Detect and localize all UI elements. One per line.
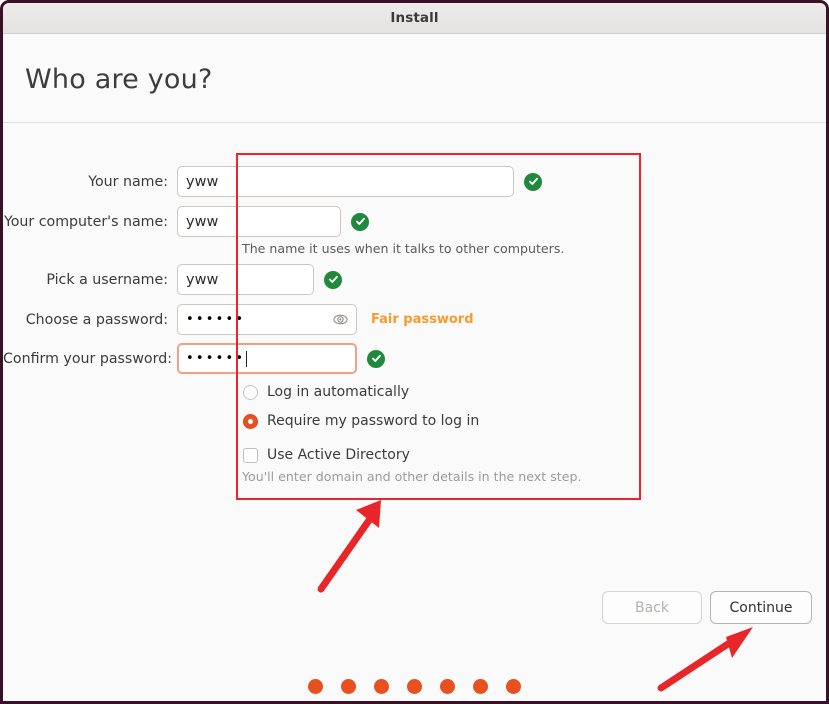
radio-label-log-in-automatically: Log in automatically <box>267 384 410 400</box>
progress-dot <box>308 679 323 694</box>
label-confirm-password: Confirm your password: <box>3 350 172 367</box>
window-title: Install <box>390 10 439 26</box>
back-button[interactable]: Back <box>602 591 702 624</box>
checkbox-icon <box>243 447 258 463</box>
radio-log-in-automatically[interactable]: Log in automatically <box>243 384 409 400</box>
window-content: Who are you? Your name: yww Your compute… <box>3 34 826 701</box>
label-password: Choose a password: <box>25 311 168 328</box>
progress-dot <box>341 679 356 694</box>
your-name-valid-icon <box>524 172 542 191</box>
checkbox-use-active-directory[interactable]: Use Active Directory <box>243 447 410 463</box>
checkbox-label-use-active-directory: Use Active Directory <box>267 447 410 463</box>
password-value: •••••• <box>186 312 246 327</box>
radio-icon-unchecked <box>243 384 258 400</box>
page-title: Who are you? <box>25 64 213 95</box>
username-input[interactable]: yww <box>177 264 314 295</box>
your-name-input[interactable]: yww <box>177 166 514 197</box>
confirm-password-input[interactable]: •••••• <box>177 343 357 374</box>
eye-icon[interactable] <box>333 312 348 327</box>
field-row-password: Choose a password: •••••• Fair password <box>3 304 474 335</box>
progress-dot <box>506 679 521 694</box>
label-your-name: Your name: <box>88 173 168 190</box>
password-input[interactable]: •••••• <box>177 304 357 335</box>
label-username: Pick a username: <box>46 271 168 288</box>
continue-button[interactable]: Continue <box>710 591 812 624</box>
computer-name-hint: The name it uses when it talks to other … <box>242 241 565 256</box>
radio-label-require-password: Require my password to log in <box>267 413 480 429</box>
confirm-password-valid-icon <box>367 349 385 368</box>
progress-dot <box>407 679 422 694</box>
label-computer-name: Your computer's name: <box>3 213 168 230</box>
field-row-username: Pick a username: yww <box>3 264 342 295</box>
field-row-your-name: Your name: yww <box>3 166 542 197</box>
annotation-arrow-to-form <box>317 500 381 593</box>
text-cursor <box>246 350 248 367</box>
window-titlebar: Install <box>3 3 826 34</box>
computer-name-valid-icon <box>351 212 369 231</box>
field-row-computer-name: Your computer's name: yww <box>3 206 369 237</box>
progress-dots <box>3 679 826 694</box>
radio-require-password[interactable]: Require my password to log in <box>243 413 479 429</box>
field-row-confirm-password: Confirm your password: •••••• <box>3 343 385 374</box>
installer-window: Install Who are you? Your name: yww Your… <box>0 0 829 704</box>
radio-icon-checked <box>243 413 258 429</box>
header-divider <box>3 122 826 123</box>
computer-name-input[interactable]: yww <box>177 206 341 237</box>
password-strength-label: Fair password <box>371 312 474 327</box>
progress-dot <box>374 679 389 694</box>
progress-dot <box>473 679 488 694</box>
progress-dot <box>440 679 455 694</box>
confirm-password-value: •••••• <box>186 351 246 366</box>
username-valid-icon <box>324 270 342 289</box>
active-directory-hint: You'll enter domain and other details in… <box>242 469 582 484</box>
